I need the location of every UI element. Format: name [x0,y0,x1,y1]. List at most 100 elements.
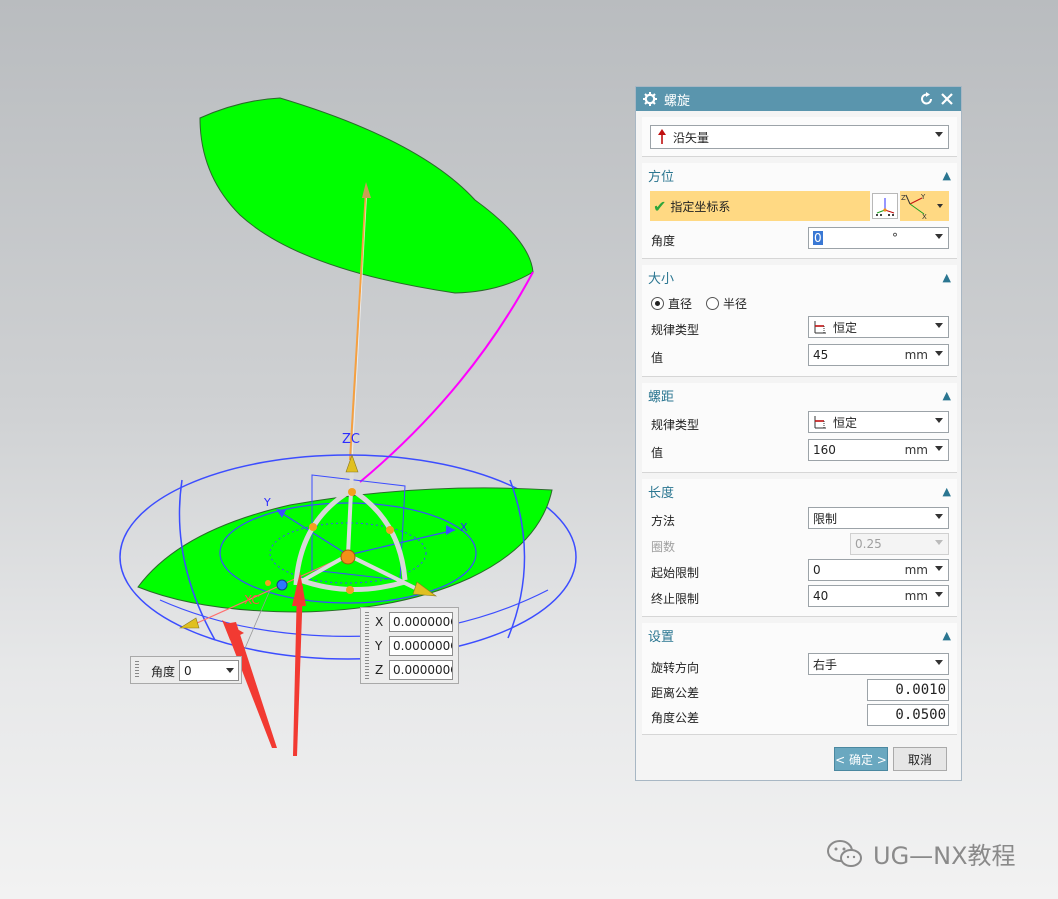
pitch-header[interactable]: 螺距 ▲ [642,383,957,407]
svg-text:Z: Z [901,194,906,202]
chevron-down-icon [935,514,943,519]
start-limit-input[interactable]: 0 mm [808,559,949,581]
rotation-label: 旋转方向 [651,661,700,675]
bottom-disc-surface[interactable] [137,487,553,613]
y-axis-label: Y [263,496,271,509]
svg-text:Y: Y [920,193,926,201]
orientation-section: 方位 ▲ ✔ 指定坐标系 Z Y X 角度 0 ° [642,163,957,259]
coord-z-input[interactable]: 0.000000C [389,660,453,680]
coord-x-input[interactable]: 0.000000C [389,612,453,632]
size-law-select[interactable]: 恒定 [808,316,949,338]
type-section: 沿矢量 [642,117,957,157]
distance-tolerance-label: 距离公差 [651,686,700,700]
collapse-icon[interactable]: ▲ [943,629,951,642]
floating-angle-input[interactable]: 0 [179,660,239,681]
ok-button[interactable]: < 确定 > [834,747,888,771]
size-value-label: 值 [651,351,664,365]
end-limit-label: 终止限制 [651,592,700,606]
coord-y-label: Y [375,639,383,653]
chevron-down-icon [935,660,943,665]
collapse-icon[interactable]: ▲ [943,169,951,182]
radio-empty-icon [706,297,719,310]
radio-selected-icon [651,297,664,310]
csys-dialog-button[interactable] [872,193,898,219]
dialog-title: 螺旋 [664,93,691,109]
pitch-law-select[interactable]: 恒定 [808,411,949,433]
close-icon[interactable] [939,91,955,107]
chevron-down-icon [935,351,943,356]
settings-header[interactable]: 设置 ▲ [642,623,957,647]
check-icon: ✔ [653,196,667,216]
angle-label: 角度 [651,234,676,248]
helix-curve[interactable] [359,271,534,483]
vector-up-icon [658,129,666,144]
diameter-radio[interactable]: 直径 [651,295,692,312]
collapse-icon[interactable]: ▲ [943,485,951,498]
floating-angle-label: 角度 [151,665,176,679]
size-section: 大小 ▲ 直径 半径 规律类型 恒定 值 45 mm [642,265,957,377]
specify-csys-row[interactable]: ✔ 指定坐标系 [650,191,870,221]
collapse-icon[interactable]: ▲ [943,389,951,402]
floating-coords-box: X 0.000000C Y 0.000000C Z 0.000000C [360,607,459,684]
cancel-button[interactable]: 取消 [893,747,947,771]
pitch-value-label: 值 [651,446,664,460]
floating-angle-box: 角度 0 [130,656,242,684]
dialog-titlebar[interactable]: 螺旋 [636,87,961,111]
csys-type-dropdown[interactable]: Z Y X [900,191,949,221]
coord-z-label: Z [375,663,384,677]
coord-x-label: X [375,615,384,629]
chevron-down-icon [935,323,943,328]
angle-input[interactable]: 0 ° [808,227,949,249]
watermark: UG—NX教程 [825,836,1016,871]
angle-tolerance-label: 角度公差 [651,711,700,725]
pitch-value-input[interactable]: 160 mm [808,439,949,461]
pitch-section: 螺距 ▲ 规律类型 恒定 值 160 mm [642,383,957,473]
chevron-down-icon [935,132,943,137]
rotation-select[interactable]: 右手 [808,653,949,675]
chevron-down-icon [935,540,943,545]
constant-law-icon [814,416,826,429]
xc-label: XC [244,593,260,607]
length-header[interactable]: 长度 ▲ [642,479,957,503]
csys-icon [876,198,895,216]
distance-tolerance-input[interactable]: 0.0010 [867,679,949,701]
chevron-down-icon [937,204,943,208]
chevron-down-icon [935,234,943,239]
zc-label: ZC [342,432,360,447]
reset-icon[interactable] [919,91,935,107]
turns-label: 圈数 [651,540,676,554]
chevron-down-icon [935,418,943,423]
gear-icon [642,91,658,107]
start-limit-label: 起始限制 [651,566,700,580]
method-label: 方法 [651,514,676,528]
method-select[interactable]: 限制 [808,507,949,529]
wechat-icon [827,839,862,867]
svg-text:X: X [922,213,927,220]
end-limit-input[interactable]: 40 mm [808,585,949,607]
chevron-down-icon [226,668,234,673]
watermark-text: UG—NX教程 [873,842,1016,870]
origin-handle[interactable] [340,549,356,565]
type-select[interactable]: 沿矢量 [650,125,949,149]
pitch-law-label: 规律类型 [651,418,700,432]
settings-section: 设置 ▲ 旋转方向 右手 距离公差 0.0010 角度公差 0.0500 [642,623,957,735]
annotation-arrow-left [224,622,277,748]
chevron-down-icon [935,566,943,571]
x-axis-label: X [460,521,468,534]
angle-tolerance-input[interactable]: 0.0500 [867,704,949,726]
drag-grip[interactable] [365,612,369,679]
turns-input: 0.25 [850,533,949,555]
constant-law-icon [814,321,826,334]
helix-dialog: 螺旋 沿矢量 方位 ▲ ✔ 指定坐标系 Z Y X 角度 0 ° 大小 ▲ 直径 半… [635,86,962,781]
size-header[interactable]: 大小 ▲ [642,265,957,289]
size-value-input[interactable]: 45 mm [808,344,949,366]
orientation-header[interactable]: 方位 ▲ [642,163,957,187]
radius-radio[interactable]: 半径 [706,295,747,312]
chevron-down-icon [935,592,943,597]
coord-y-input[interactable]: 0.000000C [389,636,453,656]
chevron-down-icon [935,446,943,451]
drag-grip[interactable] [135,661,139,679]
length-section: 长度 ▲ 方法 限制 圈数 0.25 起始限制 0 mm 终止限制 40 mm [642,479,957,617]
xyz-axes-icon: Z Y X [901,193,927,220]
collapse-icon[interactable]: ▲ [943,271,951,284]
